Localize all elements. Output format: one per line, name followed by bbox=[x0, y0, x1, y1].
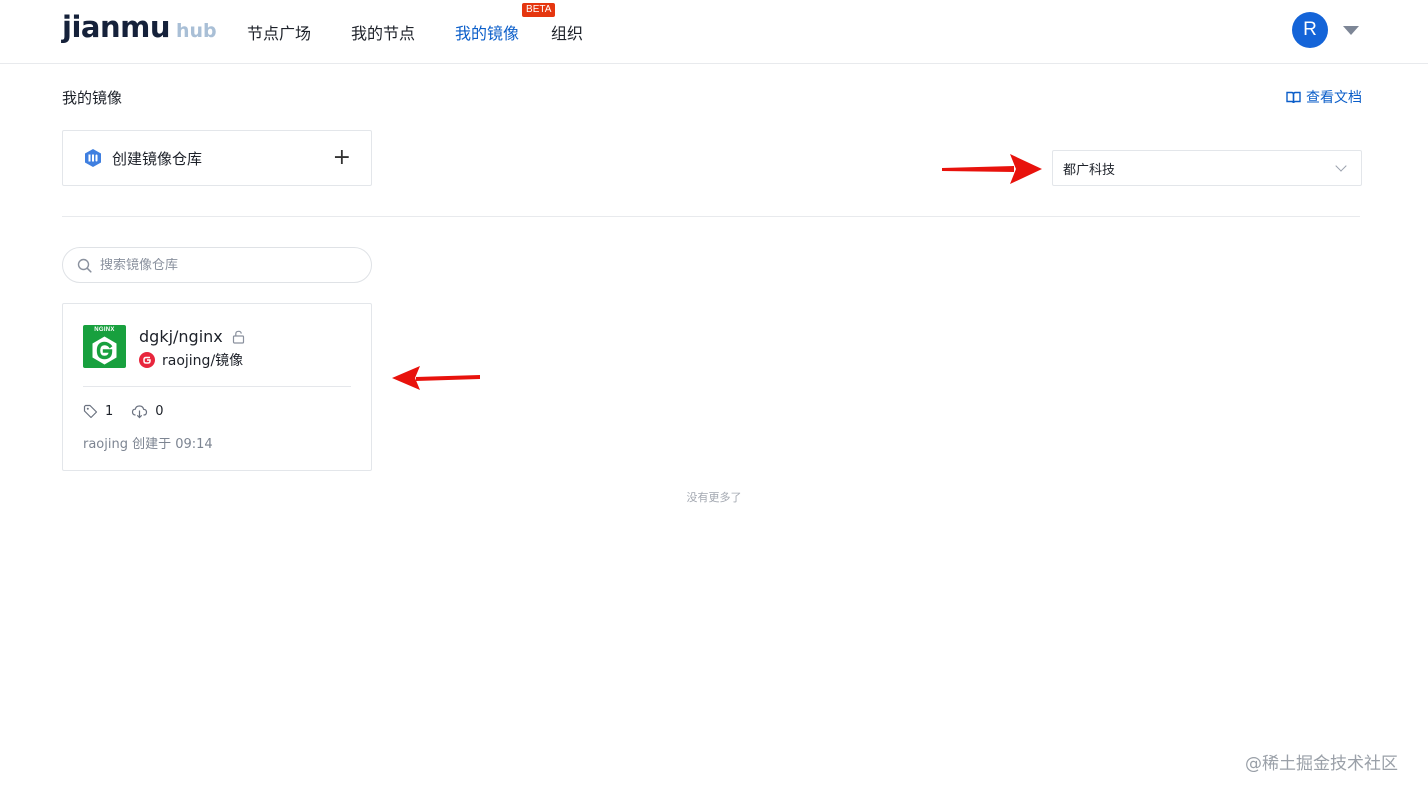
watermark: @稀土掘金技术社区 bbox=[1245, 754, 1398, 774]
tag-count: 1 bbox=[83, 404, 113, 419]
user-avatar[interactable]: R bbox=[1292, 12, 1328, 48]
nav-my-images[interactable]: 我的镜像 BETA bbox=[455, 3, 556, 44]
repo-name[interactable]: dgkj/nginx bbox=[139, 327, 223, 346]
search-box bbox=[62, 247, 372, 283]
user-menu-caret-icon[interactable] bbox=[1343, 26, 1359, 35]
create-repo-label: 创建镜像仓库 bbox=[112, 149, 203, 168]
pull-count-value: 0 bbox=[155, 404, 164, 419]
logo-main-text: jianmu bbox=[62, 10, 170, 44]
book-icon bbox=[1286, 91, 1301, 103]
tag-count-value: 1 bbox=[105, 404, 114, 419]
nav-my-nodes[interactable]: 我的节点 bbox=[351, 20, 415, 44]
repo-card-header: NGINX dgkj/nginx raojing/镜像 bbox=[83, 325, 351, 387]
list-end-text: 没有更多了 bbox=[686, 491, 742, 504]
search-icon bbox=[77, 258, 92, 273]
repo-owner-row: raojing/镜像 bbox=[139, 350, 245, 370]
search-repo-input[interactable] bbox=[100, 257, 340, 273]
nav-node-plaza[interactable]: 节点广场 bbox=[247, 20, 311, 44]
cloud-download-icon bbox=[132, 405, 148, 419]
repo-info: dgkj/nginx raojing/镜像 bbox=[139, 325, 245, 370]
view-docs-link[interactable]: 查看文档 bbox=[1286, 87, 1362, 107]
nav-my-images-label: 我的镜像 bbox=[455, 24, 520, 43]
nginx-logo-text: NGINX bbox=[94, 327, 115, 333]
tag-icon bbox=[83, 404, 98, 419]
pull-count: 0 bbox=[131, 404, 164, 419]
view-docs-label: 查看文档 bbox=[1306, 90, 1362, 106]
beta-badge: BETA bbox=[522, 3, 556, 17]
top-header: jianmu hub 节点广场 我的节点 我的镜像 BETA 组织 R bbox=[0, 0, 1428, 64]
logo-hub-text: hub bbox=[175, 20, 217, 42]
repo-icon bbox=[83, 148, 103, 168]
page-title: 我的镜像 bbox=[62, 89, 123, 107]
plus-icon: + bbox=[332, 145, 351, 170]
gitee-badge-icon bbox=[139, 352, 155, 368]
nav-organization[interactable]: 组织 bbox=[551, 20, 583, 44]
create-repo-button[interactable]: 创建镜像仓库 + bbox=[62, 130, 372, 186]
organization-select[interactable]: 都广科技 bbox=[1052, 150, 1362, 186]
organization-select-value: 都广科技 bbox=[1063, 162, 1116, 178]
repo-created-meta: raojing 创建于 09:14 bbox=[83, 437, 213, 452]
annotation-arrow-left-icon bbox=[392, 366, 480, 390]
nginx-logo-icon: NGINX bbox=[83, 325, 126, 368]
lock-icon bbox=[232, 330, 245, 344]
repo-stats: 1 0 bbox=[83, 404, 351, 419]
section-divider bbox=[62, 216, 1360, 217]
repo-name-row: dgkj/nginx bbox=[139, 327, 245, 346]
annotation-arrow-right-icon bbox=[942, 154, 1042, 184]
repo-card[interactable]: NGINX dgkj/nginx raojing/镜像 1 0 raojing … bbox=[62, 303, 372, 471]
chevron-down-icon bbox=[1335, 160, 1347, 172]
main-nav: 节点广场 我的节点 我的镜像 BETA 组织 bbox=[247, 0, 623, 64]
repo-owner[interactable]: raojing/镜像 bbox=[162, 350, 243, 370]
brand-logo[interactable]: jianmu hub bbox=[62, 10, 217, 46]
